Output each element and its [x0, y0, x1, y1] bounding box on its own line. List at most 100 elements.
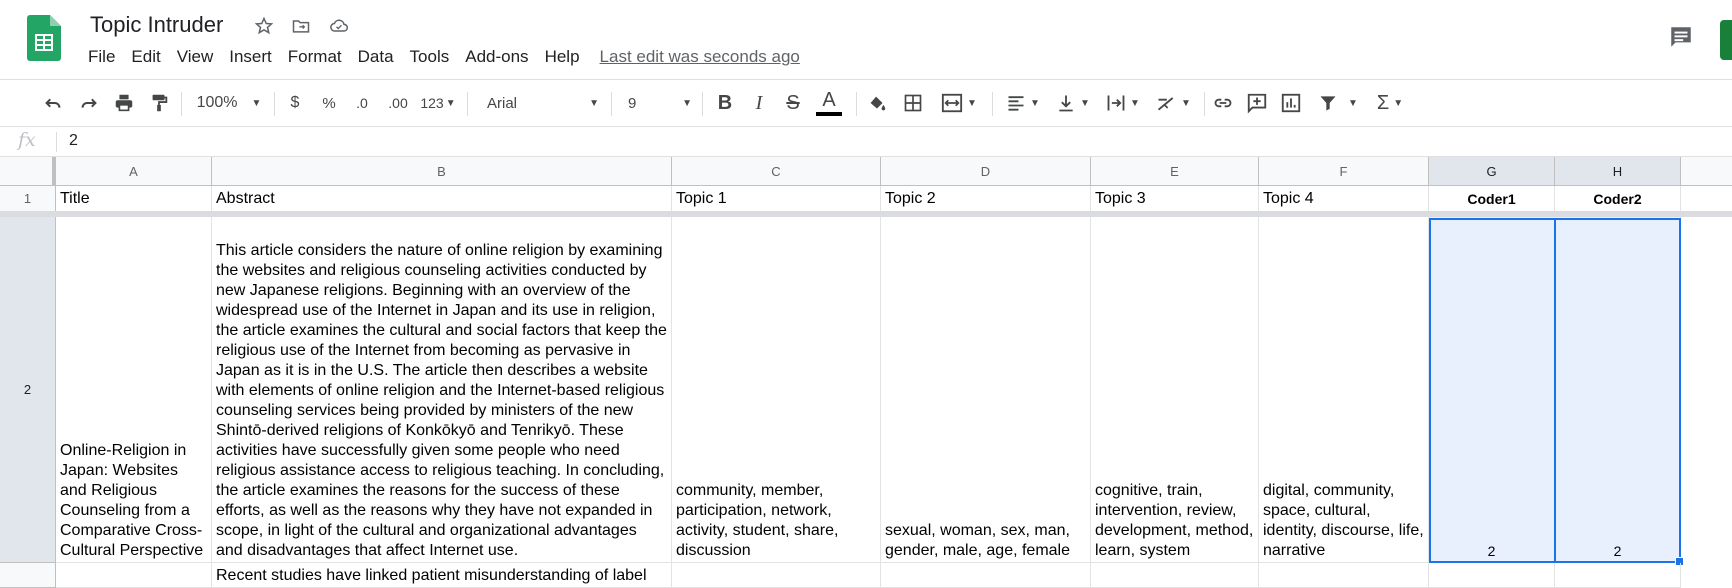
- cell-topic2-row3[interactable]: [881, 563, 1091, 588]
- font-size-select[interactable]: 9 ▼: [628, 80, 692, 126]
- formula-input[interactable]: 2: [69, 132, 78, 150]
- cell-title[interactable]: Online-Religion in Japan: Websites and R…: [56, 217, 212, 563]
- menu-bar: File Edit View Insert Format Data Tools …: [80, 47, 800, 67]
- column-header-e[interactable]: E: [1091, 157, 1259, 186]
- move-to-folder-icon[interactable]: [289, 14, 313, 38]
- header-cell-topic3[interactable]: Topic 3: [1091, 186, 1259, 212]
- functions-icon[interactable]: Σ ▼: [1370, 80, 1410, 126]
- percent-button[interactable]: %: [318, 80, 340, 126]
- menu-help[interactable]: Help: [537, 47, 588, 67]
- font-size-value: 9: [628, 94, 637, 112]
- font-name: Arial: [487, 94, 518, 112]
- toolbar: 100% ▼ $ % .0 .00 123 ▼ Arial ▼ 9 ▼ B I S A …: [0, 79, 1732, 127]
- more-formats-label: 123: [420, 95, 444, 111]
- cell-topic3-text: cognitive, train, intervention, review, …: [1095, 482, 1254, 559]
- borders-icon[interactable]: [900, 80, 926, 126]
- column-header-a[interactable]: A: [56, 157, 212, 186]
- text-color-icon[interactable]: A: [815, 80, 843, 126]
- merge-cells-icon[interactable]: ▼: [936, 80, 982, 126]
- cell-topic1-text: community, member, participation, networ…: [676, 482, 839, 559]
- cell-coder2-row3[interactable]: [1555, 563, 1681, 588]
- header-cell-abstract[interactable]: Abstract: [212, 186, 672, 212]
- cell-abstract-row3-text: Recent studies have linked patient misun…: [216, 567, 647, 584]
- column-header-b[interactable]: B: [212, 157, 672, 186]
- vertical-align-icon[interactable]: ▼: [1050, 80, 1096, 126]
- menu-tools[interactable]: Tools: [402, 47, 458, 67]
- cell-topic2-text: sexual, woman, sex, man, gender, male, a…: [885, 522, 1071, 559]
- cell-coder1-row3[interactable]: [1429, 563, 1555, 588]
- currency-button[interactable]: $: [284, 80, 306, 126]
- zoom-value: 100%: [196, 94, 238, 111]
- menu-data[interactable]: Data: [350, 47, 402, 67]
- cell-topic4-row3[interactable]: [1259, 563, 1429, 588]
- header-cell-title[interactable]: Title: [56, 186, 212, 212]
- menu-insert[interactable]: Insert: [221, 47, 280, 67]
- menu-file[interactable]: File: [80, 47, 123, 67]
- header-cell-topic1[interactable]: Topic 1: [672, 186, 881, 212]
- menu-format[interactable]: Format: [280, 47, 350, 67]
- text-rotation-icon[interactable]: ▼: [1150, 80, 1196, 126]
- formula-bar: fx 2: [0, 126, 1732, 157]
- cell-topic4[interactable]: digital, community, space, cultural, ide…: [1259, 217, 1429, 563]
- select-all-corner[interactable]: [0, 157, 56, 186]
- cell-abstract-text: This article considers the nature of onl…: [216, 242, 667, 559]
- undo-icon[interactable]: [40, 80, 66, 126]
- column-header-d[interactable]: D: [881, 157, 1091, 186]
- column-header-g[interactable]: G: [1429, 157, 1555, 186]
- insert-chart-icon[interactable]: [1278, 80, 1304, 126]
- zoom-select[interactable]: 100% ▼: [192, 80, 266, 126]
- share-button[interactable]: [1720, 20, 1732, 60]
- cloud-status-icon[interactable]: [327, 14, 351, 38]
- menu-view[interactable]: View: [169, 47, 222, 67]
- increase-decimals-button[interactable]: .00: [384, 80, 412, 126]
- header-cell-coder2[interactable]: Coder2: [1555, 186, 1681, 212]
- cell-title-text: Online-Religion in Japan: Websites and R…: [60, 442, 204, 559]
- column-header-c[interactable]: C: [672, 157, 881, 186]
- strikethrough-icon[interactable]: S: [780, 80, 806, 126]
- column-header-f[interactable]: F: [1259, 157, 1429, 186]
- cell-topic1-row3[interactable]: [672, 563, 881, 588]
- document-title[interactable]: Topic Intruder: [90, 12, 223, 38]
- decrease-decimals-button[interactable]: .0: [350, 80, 374, 126]
- cell-title-row3[interactable]: [56, 563, 212, 588]
- row-header-2[interactable]: 2: [0, 217, 56, 563]
- last-edit-link[interactable]: Last edit was seconds ago: [600, 47, 800, 67]
- cell-topic2[interactable]: sexual, woman, sex, man, gender, male, a…: [881, 217, 1091, 563]
- sheets-logo-icon[interactable]: [27, 15, 61, 61]
- comment-icon[interactable]: [1668, 24, 1694, 50]
- spreadsheet-grid: A B C D E F G H 1 Title Abstract Topic 1…: [0, 157, 1732, 588]
- selection-divider: [1554, 218, 1556, 563]
- fill-color-icon[interactable]: [864, 80, 890, 126]
- more-formats-select[interactable]: 123 ▼: [418, 80, 458, 126]
- menu-edit[interactable]: Edit: [123, 47, 168, 67]
- insert-link-icon[interactable]: [1210, 80, 1236, 126]
- insert-comment-icon[interactable]: [1244, 80, 1270, 126]
- column-header-h[interactable]: H: [1555, 157, 1681, 186]
- increase-decimals-label: .00: [388, 95, 408, 111]
- cell-topic3[interactable]: cognitive, train, intervention, review, …: [1091, 217, 1259, 563]
- text-wrapping-icon[interactable]: ▼: [1100, 80, 1146, 126]
- header-cell-coder1[interactable]: Coder1: [1429, 186, 1555, 212]
- redo-icon[interactable]: [76, 80, 102, 126]
- filter-icon[interactable]: ▼: [1314, 80, 1362, 126]
- fx-icon: fx: [18, 129, 36, 151]
- cell-abstract-row3[interactable]: Recent studies have linked patient misun…: [212, 563, 672, 588]
- horizontal-align-icon[interactable]: ▼: [1000, 80, 1046, 126]
- paint-format-icon[interactable]: [146, 80, 172, 126]
- bold-icon[interactable]: B: [712, 80, 738, 126]
- cell-abstract[interactable]: This article considers the nature of onl…: [212, 217, 672, 563]
- header-cell-topic4[interactable]: Topic 4: [1259, 186, 1429, 212]
- star-icon[interactable]: [252, 14, 276, 38]
- percent-label: %: [322, 94, 336, 112]
- row-header-3[interactable]: [0, 563, 56, 588]
- menu-add-ons[interactable]: Add-ons: [457, 47, 536, 67]
- cell-topic1[interactable]: community, member, participation, networ…: [672, 217, 881, 563]
- italic-icon[interactable]: I: [746, 80, 772, 126]
- font-select[interactable]: Arial ▼: [487, 80, 599, 126]
- decrease-decimals-label: .0: [356, 95, 368, 111]
- header-cell-topic2[interactable]: Topic 2: [881, 186, 1091, 212]
- cell-topic4-text: digital, community, space, cultural, ide…: [1263, 482, 1424, 559]
- print-icon[interactable]: [111, 80, 137, 126]
- row-header-1[interactable]: 1: [0, 186, 56, 212]
- cell-topic3-row3[interactable]: [1091, 563, 1259, 588]
